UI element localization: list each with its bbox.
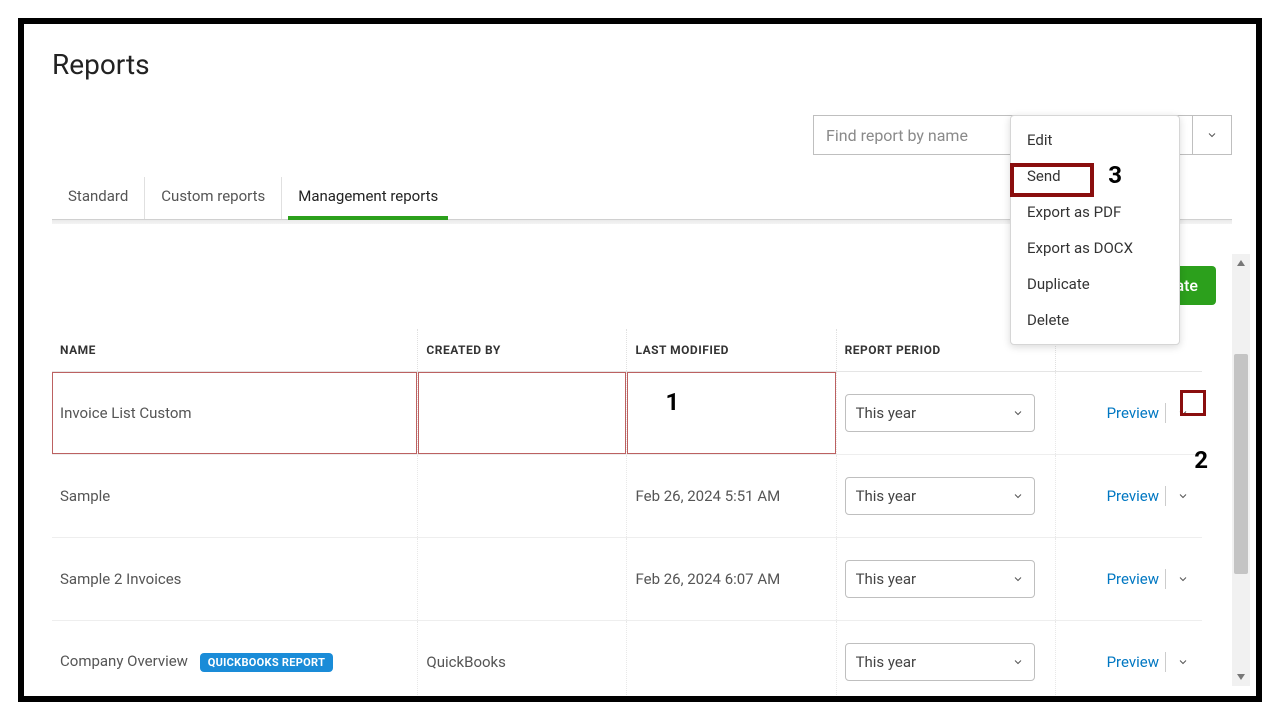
cell-actions: Preview: [1056, 538, 1202, 621]
period-value: This year: [856, 653, 917, 671]
menu-item-edit[interactable]: Edit: [1011, 122, 1179, 158]
chevron-down-icon: [1012, 490, 1024, 502]
period-select[interactable]: This year: [845, 560, 1035, 598]
chevron-down-icon: [1012, 407, 1024, 419]
header-search-row: Edit Send Export as PDF Export as DOCX D…: [52, 115, 1232, 155]
actions-separator: [1165, 569, 1166, 589]
cell-actions: Preview 2: [1056, 372, 1202, 455]
cell-created-by: QuickBooks: [418, 621, 627, 703]
menu-item-export-docx[interactable]: Export as DOCX: [1011, 230, 1179, 266]
cell-period: This year: [836, 372, 1056, 455]
row-actions-dropdown[interactable]: [1172, 651, 1194, 673]
menu-item-duplicate[interactable]: Duplicate: [1011, 266, 1179, 302]
period-select[interactable]: This year: [845, 394, 1035, 432]
cell-last-modified: Feb 26, 2024 6:07 AM: [627, 538, 836, 621]
preview-link[interactable]: Preview: [1107, 487, 1159, 505]
tab-management-reports[interactable]: Management reports: [281, 177, 454, 219]
cell-period: This year: [836, 455, 1056, 538]
row-actions-dropdown[interactable]: [1172, 485, 1194, 507]
row-actions-dropdown[interactable]: [1172, 402, 1194, 424]
preview-link[interactable]: Preview: [1107, 404, 1159, 422]
table-row: Sample Feb 26, 2024 5:51 AM This year: [52, 455, 1202, 538]
row-actions-dropdown[interactable]: [1172, 568, 1194, 590]
tab-standard[interactable]: Standard: [52, 177, 144, 219]
page-title: Reports: [52, 48, 1232, 81]
period-value: This year: [856, 570, 917, 588]
vertical-scrollbar[interactable]: [1232, 254, 1250, 686]
chevron-down-icon: [1012, 656, 1024, 668]
cell-name: Sample: [52, 455, 418, 538]
annotation-1: 1: [665, 388, 679, 416]
table-row: Invoice List Custom 1 This year: [52, 372, 1202, 455]
actions-separator: [1165, 403, 1166, 423]
cell-name: Invoice List Custom: [52, 372, 418, 455]
cell-created-by: [418, 455, 627, 538]
period-value: This year: [856, 404, 917, 422]
preview-link[interactable]: Preview: [1107, 653, 1159, 671]
chevron-down-icon: [1177, 490, 1189, 502]
tab-custom-reports[interactable]: Custom reports: [144, 177, 281, 219]
chevron-down-icon: [1012, 573, 1024, 585]
table-row: Company Overview QUICKBOOKS REPORT Quick…: [52, 621, 1202, 703]
scroll-down-icon[interactable]: [1232, 668, 1250, 686]
cell-last-modified: [627, 621, 836, 703]
cell-period: This year: [836, 538, 1056, 621]
reports-table: NAME CREATED BY LAST MODIFIED REPORT PER…: [52, 329, 1202, 702]
chevron-down-icon: [1177, 573, 1189, 585]
cell-period: This year: [836, 621, 1056, 703]
menu-item-delete[interactable]: Delete: [1011, 302, 1179, 338]
cell-name: Company Overview QUICKBOOKS REPORT: [52, 621, 418, 703]
period-select[interactable]: This year: [845, 477, 1035, 515]
scroll-up-icon[interactable]: [1232, 254, 1250, 272]
cell-created-by: [418, 538, 627, 621]
menu-item-export-pdf[interactable]: Export as PDF: [1011, 194, 1179, 230]
actions-separator: [1165, 486, 1166, 506]
col-name: NAME: [52, 329, 418, 372]
cell-last-modified: 1: [627, 372, 836, 455]
quickbooks-badge: QUICKBOOKS REPORT: [200, 653, 333, 672]
row-actions-menu: Edit Send Export as PDF Export as DOCX D…: [1010, 115, 1180, 345]
chevron-down-icon: [1177, 407, 1189, 419]
col-last-modified: LAST MODIFIED: [627, 329, 836, 372]
col-created-by: CREATED BY: [418, 329, 627, 372]
actions-separator: [1165, 652, 1166, 672]
scroll-thumb[interactable]: [1234, 354, 1248, 574]
chevron-down-icon: [1206, 129, 1218, 141]
search-dropdown-button[interactable]: [1192, 115, 1232, 155]
cell-actions: Preview: [1056, 621, 1202, 703]
cell-name: Sample 2 Invoices: [52, 538, 418, 621]
menu-item-send[interactable]: Send: [1011, 158, 1179, 194]
cell-name-text: Company Overview: [60, 652, 188, 670]
period-select[interactable]: This year: [845, 643, 1035, 681]
cell-created-by: [418, 372, 627, 455]
reports-table-wrap: NAME CREATED BY LAST MODIFIED REPORT PER…: [52, 329, 1232, 702]
period-value: This year: [856, 487, 917, 505]
chevron-down-icon: [1177, 656, 1189, 668]
table-row: Sample 2 Invoices Feb 26, 2024 6:07 AM T…: [52, 538, 1202, 621]
cell-last-modified: Feb 26, 2024 5:51 AM: [627, 455, 836, 538]
cell-actions: Preview: [1056, 455, 1202, 538]
preview-link[interactable]: Preview: [1107, 570, 1159, 588]
